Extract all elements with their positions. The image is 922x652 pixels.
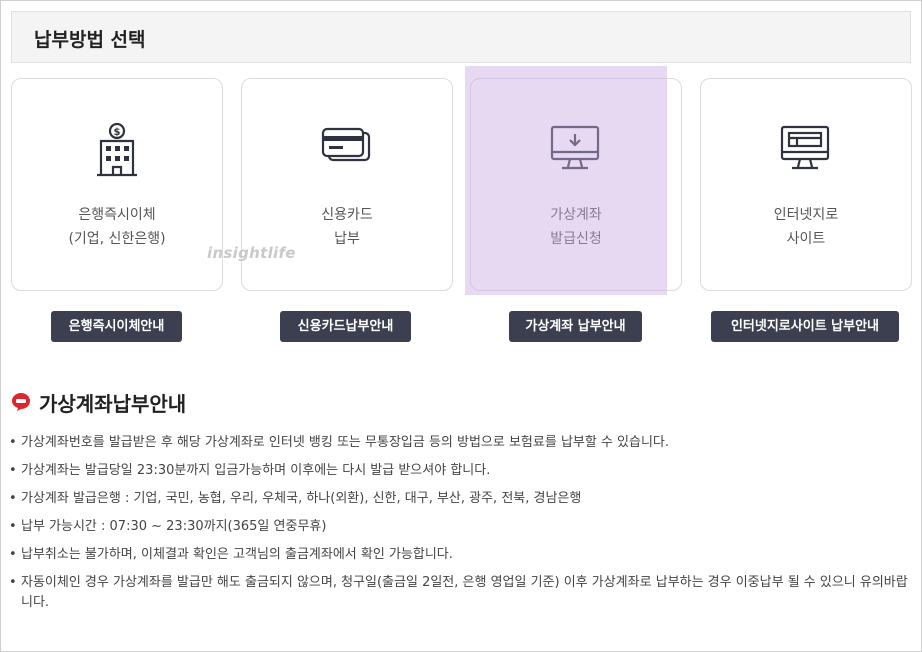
svg-text:$: $ (114, 127, 121, 138)
list-item: • 가상계좌번호를 발급받은 후 해당 가상계좌로 인터넷 뱅킹 또는 무통장입금… (9, 435, 670, 450)
list-item: • 가상계좌 발급은행 : 기업, 국민, 농협, 우리, 우체국, 하나(외환)… (9, 491, 582, 506)
card-label-line1: 인터넷지로 (773, 207, 839, 223)
credit-card-icon (321, 127, 371, 162)
notes-list: • 가상계좌번호를 발급받은 후 해당 가상계좌로 인터넷 뱅킹 또는 무통장입금… (9, 433, 913, 621)
note-text: 가상계좌번호를 발급받은 후 해당 가상계좌로 인터넷 뱅킹 또는 무통장입금 … (21, 435, 670, 450)
speech-bubble-icon (12, 393, 30, 411)
card-label-line2: (기업, 신한은행) (68, 231, 166, 247)
internet-giro-guide-button[interactable]: 인터넷지로사이트 납부안내 (711, 311, 899, 342)
payment-method-panel: 납부방법 선택 $ 은행즉시이체 (기업, 신한은행) 신용카드 납부 가상계좌… (0, 0, 922, 652)
monitor-web-icon (780, 125, 830, 170)
note-text: 자동이체인 경우 가상계좌를 발급만 해도 출금되지 않으며, 청구일(출금일 … (21, 575, 908, 610)
page-title: 납부방법 선택 (34, 29, 146, 51)
note-text: 가상계좌 발급은행 : 기업, 국민, 농협, 우리, 우체국, 하나(외환),… (21, 491, 582, 506)
card-label-line1: 은행즉시이체 (78, 207, 156, 223)
note-text: 가상계좌는 발급당일 23:30분까지 입금가능하며 이후에는 다시 발급 받으… (21, 463, 491, 478)
card-internet-giro[interactable]: 인터넷지로 사이트 (700, 78, 912, 291)
list-item: • 납부취소는 불가하며, 이체결과 확인은 고객님의 출금계좌에서 확인 가능합… (9, 547, 453, 562)
note-text: 납부 가능시간 : 07:30 ~ 23:30까지(365일 연중무휴) (21, 519, 327, 534)
header-bar: 납부방법 선택 (11, 11, 911, 63)
list-item: • 자동이체인 경우 가상계좌를 발급만 해도 출금되지 않으며, 청구일(출금일… (9, 575, 908, 610)
card-bank-transfer[interactable]: $ 은행즉시이체 (기업, 신한은행) (11, 78, 223, 291)
section-title: 가상계좌납부안내 (39, 392, 187, 416)
note-text: 납부취소는 불가하며, 이체결과 확인은 고객님의 출금계좌에서 확인 가능합니… (21, 547, 453, 562)
card-label-line1: 신용카드 (321, 207, 373, 223)
watermark-text: insightlife (207, 244, 296, 262)
list-item: • 납부 가능시간 : 07:30 ~ 23:30까지(365일 연중무휴) (9, 519, 327, 534)
credit-card-guide-button[interactable]: 신용카드납부안내 (280, 311, 411, 342)
bank-building-icon: $ (97, 122, 137, 177)
bank-transfer-guide-button[interactable]: 은행즉시이체안내 (51, 311, 182, 342)
virtual-account-guide-button[interactable]: 가상계좌 납부안내 (509, 311, 642, 342)
list-item: • 가상계좌는 발급당일 23:30분까지 입금가능하며 이후에는 다시 발급 받… (9, 463, 491, 478)
selection-highlight (465, 66, 667, 295)
card-label-line2: 사이트 (786, 231, 826, 247)
